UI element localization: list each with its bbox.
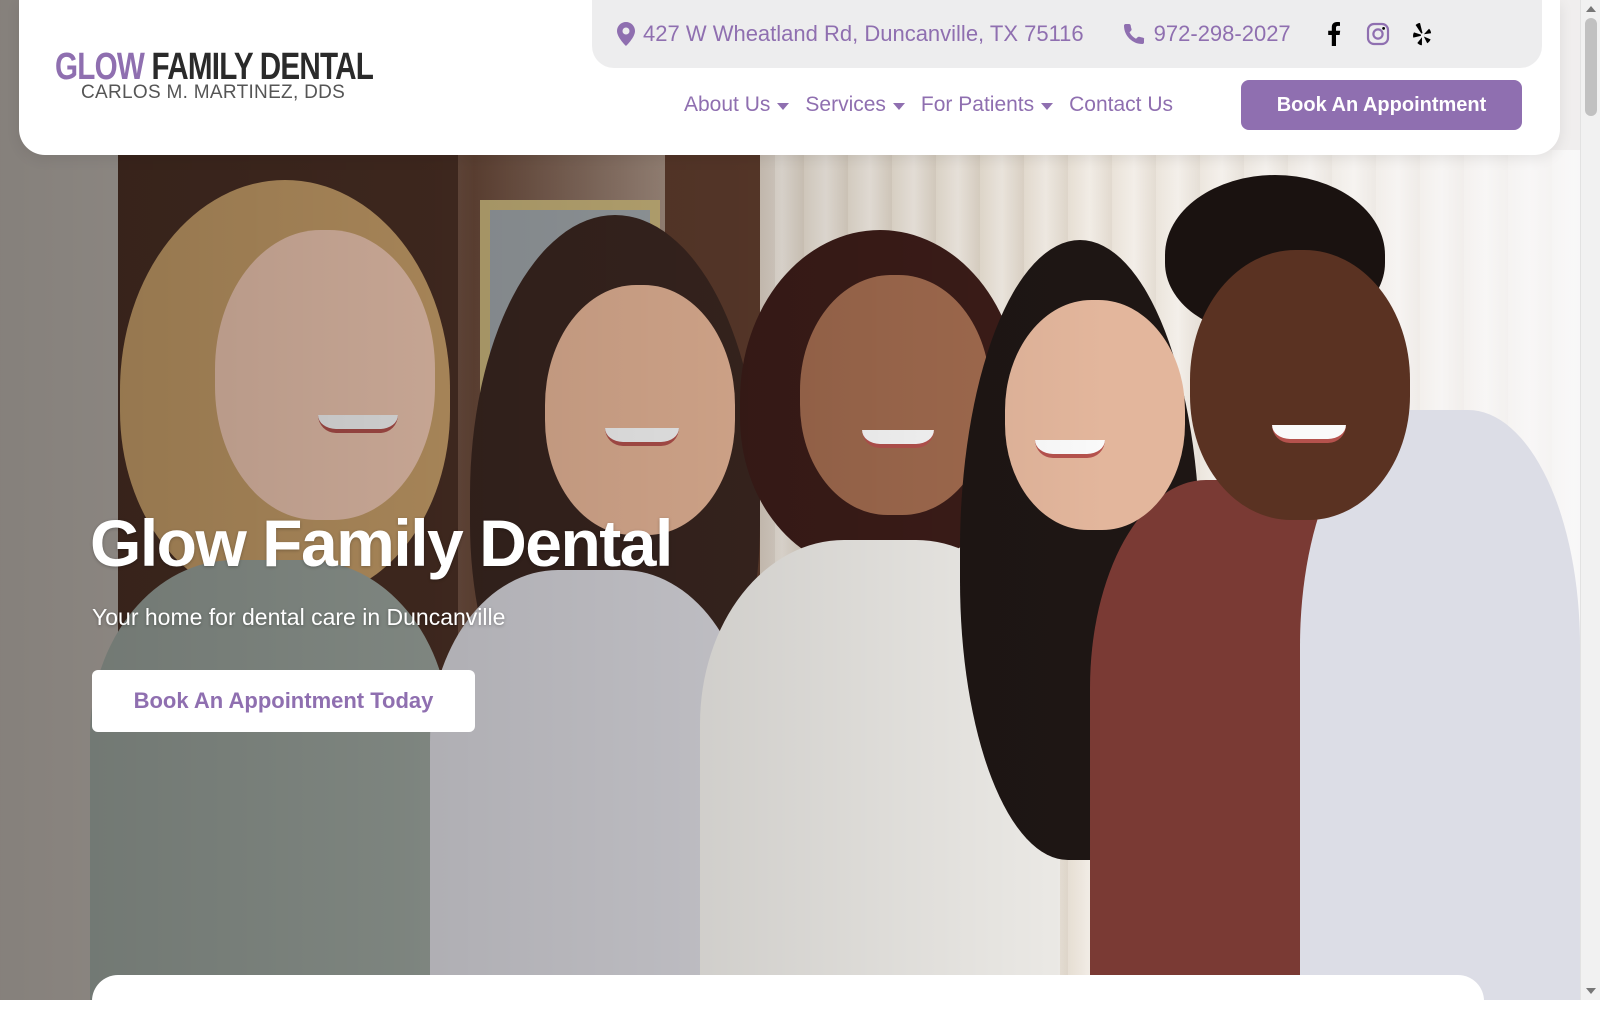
nav-item-contact-us[interactable]: Contact Us xyxy=(1069,93,1173,117)
nav-label: Contact Us xyxy=(1069,93,1174,116)
hero-subtitle: Your home for dental care in Duncanville xyxy=(92,604,506,630)
hero-title: Glow Family Dental xyxy=(90,506,673,580)
site-logo[interactable]: GLOW FAMILY DENTAL CARLOS M. MARTINEZ, D… xyxy=(55,48,463,104)
nav-label: For Patients xyxy=(920,93,1035,116)
phone-text: 972-298-2027 xyxy=(1153,21,1291,46)
page-scrollbar[interactable] xyxy=(1580,0,1600,1000)
contact-topbar: 427 W Wheatland Rd, Duncanville, TX 7511… xyxy=(592,0,1542,68)
phone-link[interactable]: 972-298-2027 xyxy=(1122,21,1291,47)
phone-icon xyxy=(1122,22,1146,46)
nav-label: About Us xyxy=(684,93,771,116)
scroll-up-arrow-icon[interactable] xyxy=(1586,6,1596,12)
yelp-icon[interactable] xyxy=(1409,21,1435,47)
next-section-card xyxy=(92,975,1484,1035)
address-link[interactable]: 427 W Wheatland Rd, Duncanville, TX 7511… xyxy=(617,21,1084,47)
scroll-down-arrow-icon[interactable] xyxy=(1586,988,1596,994)
address-text: 427 W Wheatland Rd, Duncanville, TX 7511… xyxy=(643,21,1084,46)
social-links xyxy=(1321,21,1435,47)
book-appointment-today-button[interactable]: Book An Appointment Today xyxy=(92,670,475,732)
scrollbar-thumb[interactable] xyxy=(1585,18,1597,116)
nav-item-services[interactable]: Services xyxy=(805,93,905,117)
facebook-icon[interactable] xyxy=(1321,21,1347,47)
logo-glow-text: GLOW xyxy=(55,46,145,88)
logo-wordmark: GLOW FAMILY DENTAL xyxy=(55,46,374,88)
main-nav: About Us Services For Patients Contact U… xyxy=(684,80,1189,130)
nav-item-for-patients[interactable]: For Patients xyxy=(920,93,1054,117)
nav-label: Services xyxy=(805,93,886,116)
caret-down-icon xyxy=(1041,103,1054,110)
map-pin-icon xyxy=(617,22,635,46)
instagram-icon[interactable] xyxy=(1365,21,1391,47)
site-header: GLOW FAMILY DENTAL CARLOS M. MARTINEZ, D… xyxy=(19,0,1560,155)
caret-down-icon xyxy=(892,103,905,110)
caret-down-icon xyxy=(777,103,790,110)
logo-family-dental-text: FAMILY DENTAL xyxy=(151,46,374,88)
book-appointment-button[interactable]: Book An Appointment xyxy=(1241,80,1522,130)
nav-item-about-us[interactable]: About Us xyxy=(684,93,790,117)
